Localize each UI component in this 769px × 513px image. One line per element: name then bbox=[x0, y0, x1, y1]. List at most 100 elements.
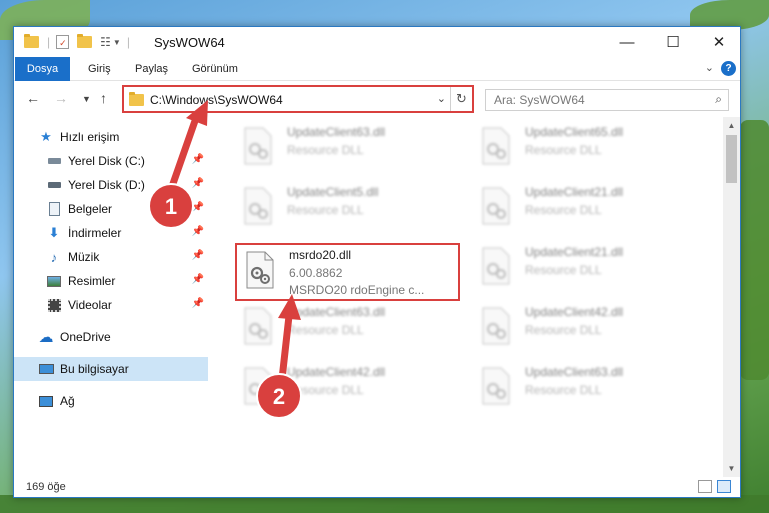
background-leaf bbox=[740, 120, 769, 380]
file-item[interactable]: msrdo20.dll 6.00.8862 MSRDO20 rdoEngine … bbox=[237, 245, 457, 301]
file-item[interactable]: UpdateClient42.dll Resource DLL bbox=[473, 301, 693, 357]
details-view-icon[interactable] bbox=[698, 480, 712, 493]
pin-icon[interactable]: 📌 bbox=[192, 274, 204, 285]
sidebar-item-onedrive[interactable]: ☁ OneDrive bbox=[14, 325, 208, 349]
file-item[interactable]: UpdateClient21.dll Resource DLL bbox=[473, 241, 693, 297]
file-type: Resource DLL bbox=[525, 263, 602, 277]
file-item[interactable]: UpdateClient21.dll Resource DLL bbox=[473, 181, 693, 237]
file-item[interactable]: UpdateClient42.dll Resource DLL bbox=[235, 361, 455, 417]
file-type: Resource DLL bbox=[525, 323, 602, 337]
pin-icon[interactable]: 📌 bbox=[192, 154, 204, 165]
refresh-icon[interactable]: ↻ bbox=[450, 87, 472, 111]
sidebar-item-local-disk-c[interactable]: Yerel Disk (C:) 📌 bbox=[14, 149, 208, 173]
recent-locations-icon[interactable]: ▼ bbox=[82, 94, 91, 104]
videos-icon bbox=[46, 297, 62, 313]
sidebar-item-label: Resimler bbox=[68, 274, 116, 288]
properties-icon[interactable]: ✓ bbox=[56, 35, 70, 49]
pin-icon[interactable]: 📌 bbox=[192, 226, 204, 237]
tab-share[interactable]: Paylaş bbox=[127, 57, 176, 81]
back-arrow-icon[interactable]: ← bbox=[26, 90, 40, 106]
folder-icon bbox=[24, 34, 39, 48]
sidebar-item-videos[interactable]: Videolar 📌 bbox=[14, 293, 208, 317]
dll-file-icon bbox=[482, 367, 510, 405]
target-file-item[interactable]: msrdo20.dll 6.00.8862 MSRDO20 rdoEngine … bbox=[235, 243, 460, 301]
pin-icon[interactable]: 📌 bbox=[192, 298, 204, 309]
sidebar-item-this-pc[interactable]: Bu bilgisayar bbox=[14, 357, 208, 381]
sidebar-item-label: Hızlı erişim bbox=[60, 130, 120, 144]
address-bar[interactable]: C:\Windows\SysWOW64 ⌄ ↻ bbox=[122, 85, 474, 113]
customize-toolbar-icon[interactable]: ☷ bbox=[100, 35, 111, 49]
tab-file[interactable]: Dosya bbox=[15, 57, 70, 81]
navigation-bar: ← → ▼ ↑ C:\Windows\SysWOW64 ⌄ ↻ Ara: Sys… bbox=[14, 82, 740, 116]
tiles-view-icon[interactable] bbox=[717, 480, 731, 493]
music-icon: ♪ bbox=[50, 249, 58, 265]
sidebar-item-pictures[interactable]: Resimler 📌 bbox=[14, 269, 208, 293]
sidebar-item-label: Bu bilgisayar bbox=[60, 362, 129, 376]
pin-icon[interactable]: 📌 bbox=[192, 250, 204, 261]
sidebar-item-network[interactable]: Ağ bbox=[14, 389, 208, 413]
dll-file-icon bbox=[244, 127, 272, 165]
file-description: MSRDO20 rdoEngine c... bbox=[289, 283, 425, 297]
tab-home[interactable]: Giriş bbox=[80, 57, 119, 81]
sidebar-item-label: Belgeler bbox=[68, 202, 113, 216]
scrollbar-thumb[interactable] bbox=[726, 135, 737, 183]
sidebar-item-label: OneDrive bbox=[60, 330, 111, 344]
close-button[interactable]: ✕ bbox=[696, 27, 742, 57]
sidebar-item-documents[interactable]: Belgeler 📌 bbox=[14, 197, 208, 221]
minimize-button[interactable]: — bbox=[604, 27, 650, 57]
sidebar-item-label: Videolar bbox=[68, 298, 112, 312]
sidebar-item-local-disk-d[interactable]: Yerel Disk (D:) 📌 bbox=[14, 173, 208, 197]
item-count: 169 öğe bbox=[26, 481, 66, 493]
scroll-down-icon[interactable]: ▼ bbox=[723, 460, 740, 477]
new-folder-icon[interactable] bbox=[77, 34, 93, 48]
dll-file-icon bbox=[246, 251, 274, 289]
separator: | bbox=[126, 35, 130, 49]
file-name: UpdateClient42.dll bbox=[287, 365, 386, 379]
pin-icon[interactable]: 📌 bbox=[192, 202, 204, 213]
navigation-pane: ★ Hızlı erişim Yerel Disk (C:) 📌 Yerel D… bbox=[14, 117, 210, 477]
sidebar-item-music[interactable]: ♪ Müzik 📌 bbox=[14, 245, 208, 269]
file-name: UpdateClient21.dll bbox=[525, 245, 624, 259]
maximize-button[interactable]: ☐ bbox=[650, 27, 696, 57]
explorer-window: | ✓ ☷ ▼ | SysWOW64 — ☐ ✕ Dosya Giriş Pay… bbox=[13, 26, 741, 498]
file-type: Resource DLL bbox=[287, 203, 364, 217]
computer-icon bbox=[38, 361, 54, 377]
onedrive-icon: ☁ bbox=[38, 329, 54, 346]
vertical-scrollbar[interactable]: ▲ ▼ bbox=[723, 117, 740, 477]
scroll-up-icon[interactable]: ▲ bbox=[723, 117, 740, 134]
file-type: Resource DLL bbox=[525, 203, 602, 217]
dll-file-icon bbox=[244, 367, 272, 405]
file-item[interactable]: UpdateClient63.dll Resource DLL bbox=[235, 121, 455, 177]
dll-file-icon bbox=[482, 187, 510, 225]
forward-arrow-icon[interactable]: → bbox=[54, 90, 68, 106]
file-item[interactable]: UpdateClient65.dll Resource DLL bbox=[473, 121, 693, 177]
file-list: UpdateClient63.dll Resource DLL UpdateCl… bbox=[211, 117, 727, 477]
drive-icon bbox=[46, 153, 62, 169]
star-icon: ★ bbox=[40, 129, 52, 144]
file-version: 6.00.8862 bbox=[289, 266, 343, 280]
pin-icon[interactable]: 📌 bbox=[192, 178, 204, 189]
file-item[interactable]: UpdateClient5.dll Resource DLL bbox=[235, 181, 455, 237]
file-item[interactable]: UpdateClient63.dll Resource DLL bbox=[235, 301, 455, 357]
dll-file-icon bbox=[482, 127, 510, 165]
sidebar-item-downloads[interactable]: ⬇ İndirmeler 📌 bbox=[14, 221, 208, 245]
sidebar-item-label: Ağ bbox=[60, 394, 75, 408]
search-placeholder: Ara: SysWOW64 bbox=[494, 93, 585, 107]
search-icon[interactable]: ⌕ bbox=[715, 92, 722, 107]
dll-file-icon bbox=[244, 307, 272, 345]
tab-view[interactable]: Görünüm bbox=[184, 57, 246, 81]
chevron-down-icon[interactable]: ▼ bbox=[113, 38, 121, 47]
chevron-down-icon[interactable]: ⌄ bbox=[437, 92, 446, 105]
download-icon: ⬇ bbox=[48, 225, 60, 240]
search-input[interactable]: Ara: SysWOW64 ⌕ bbox=[485, 89, 729, 111]
sidebar-item-label: Yerel Disk (D:) bbox=[68, 178, 145, 192]
file-item[interactable]: UpdateClient63.dll Resource DLL bbox=[473, 361, 693, 417]
file-type: Resource DLL bbox=[287, 143, 364, 157]
up-arrow-icon[interactable]: ↑ bbox=[100, 90, 107, 106]
sidebar-item-quick-access[interactable]: ★ Hızlı erişim bbox=[14, 125, 208, 149]
expand-ribbon-icon[interactable]: ⌄ bbox=[705, 61, 714, 74]
address-path[interactable]: C:\Windows\SysWOW64 bbox=[150, 93, 283, 107]
help-icon[interactable]: ? bbox=[721, 61, 736, 76]
file-type: Resource DLL bbox=[525, 383, 602, 397]
file-name: UpdateClient63.dll bbox=[287, 125, 386, 139]
